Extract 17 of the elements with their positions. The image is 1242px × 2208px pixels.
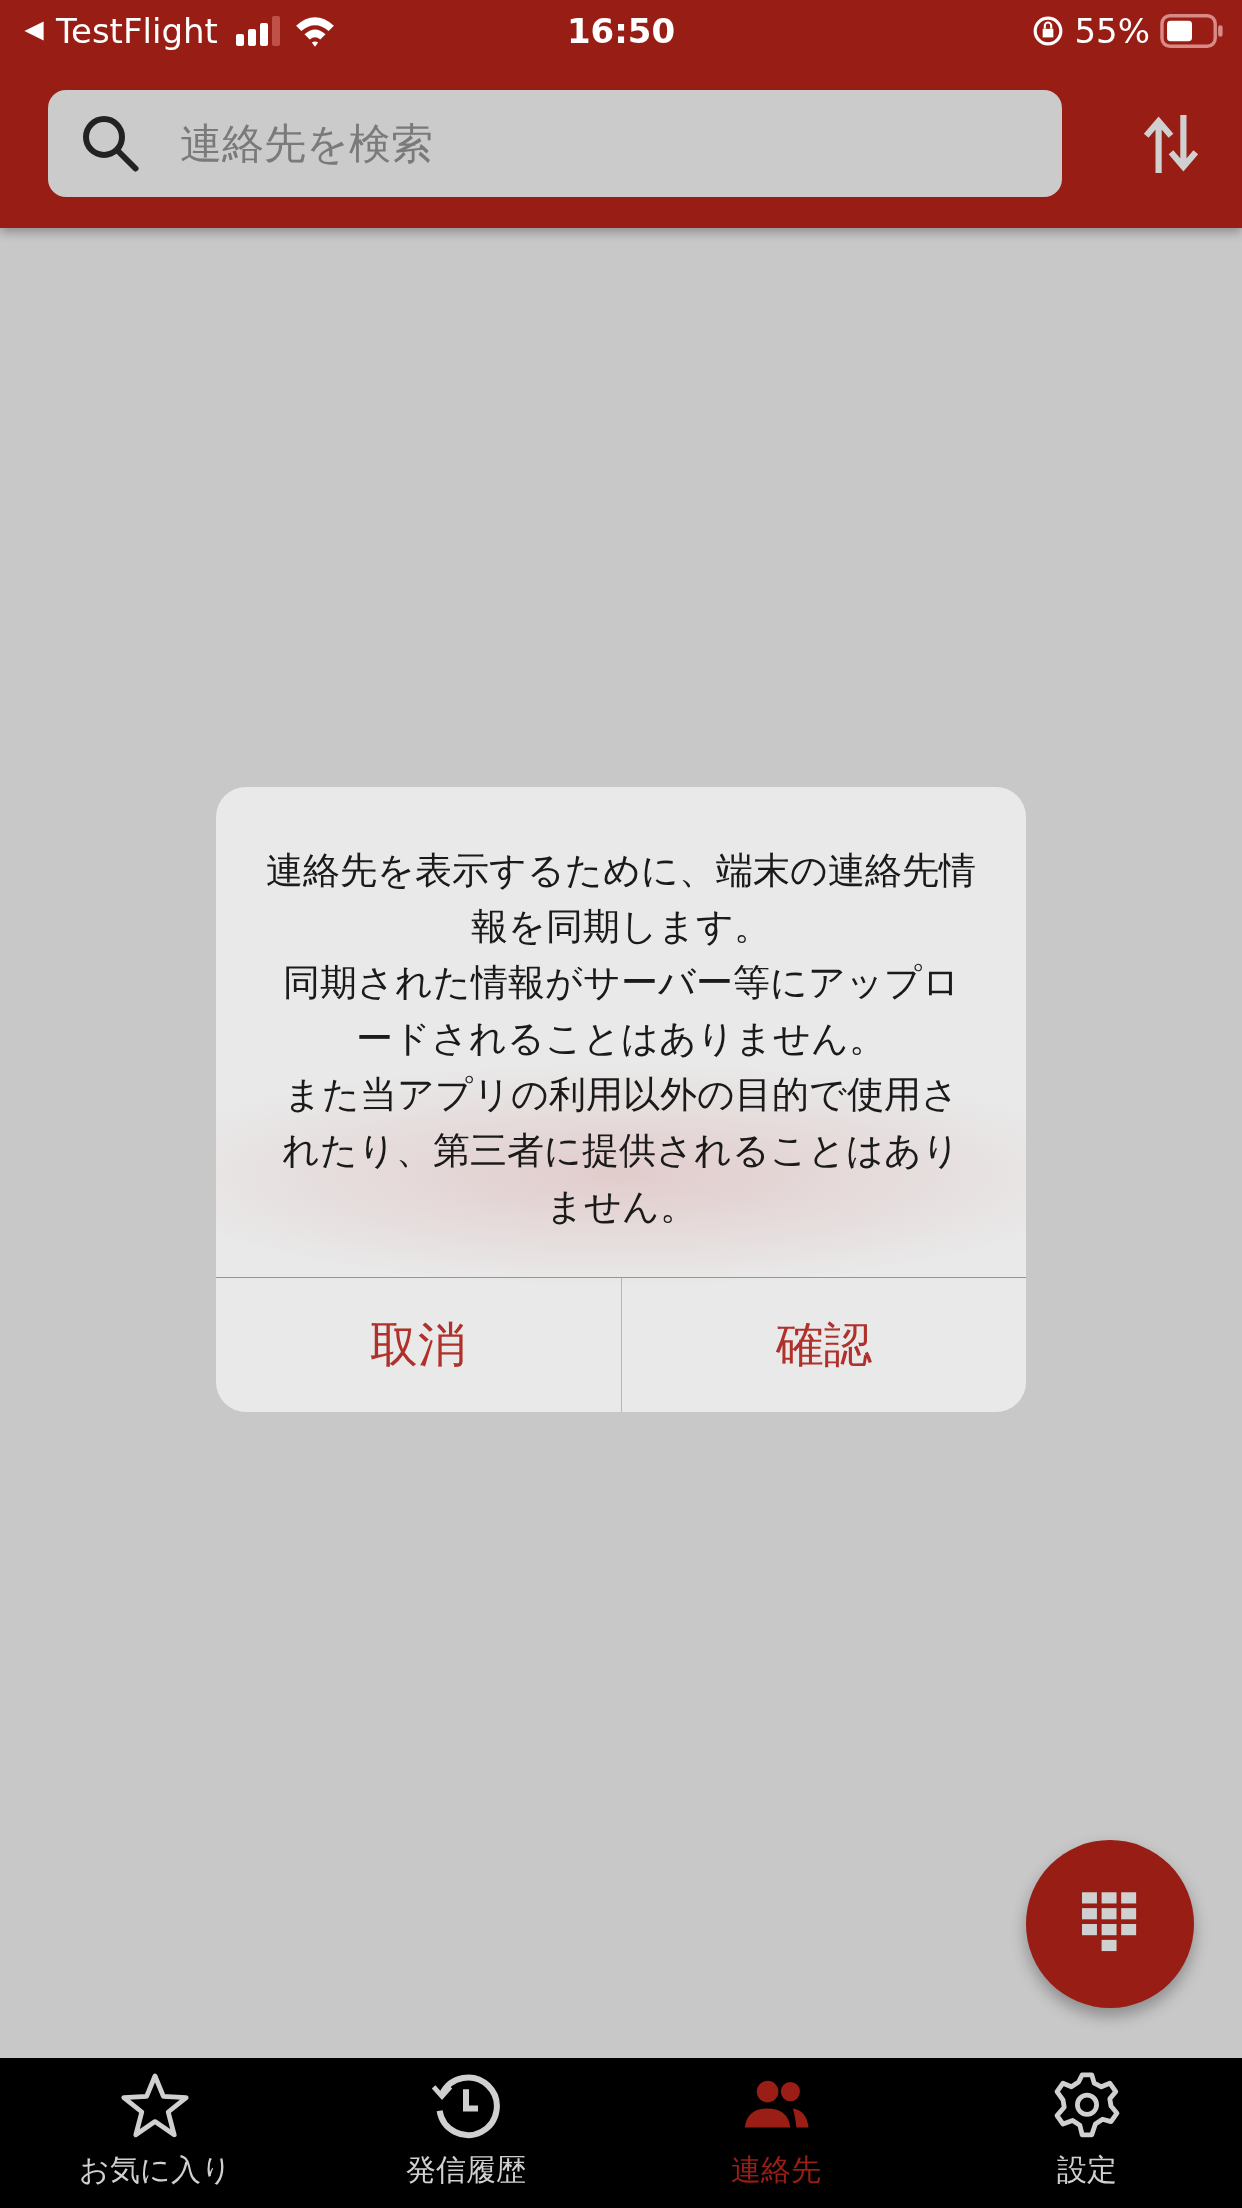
dialog-button[interactable]: 確認	[620, 1278, 1026, 1412]
tab-item[interactable]: 設定	[931, 2058, 1242, 2208]
rotation-lock-icon	[1032, 15, 1065, 47]
back-label[interactable]: TestFlight	[56, 11, 218, 51]
battery-icon	[1160, 14, 1224, 48]
dialog-message: 連絡先を表示するために、端末の連絡先情報を同期します。	[266, 848, 976, 950]
back-icon[interactable]	[22, 19, 46, 43]
tab-item[interactable]: 発信履歴	[310, 2058, 621, 2208]
tab-item[interactable]: お気に入り	[0, 2058, 311, 2208]
dialog-message: 同期された情報がサーバー等にアップロードされることはありません。	[281, 960, 961, 1062]
search-icon	[80, 113, 140, 173]
search-field[interactable]: 連絡先を検索	[48, 90, 1062, 197]
wifi-icon	[293, 15, 336, 47]
dialog-button[interactable]: 取消	[216, 1278, 621, 1412]
clock-time: 16:50	[566, 11, 676, 51]
dialog-message: また当アプリの利用以外の目的で使用されたり、第三者に提供されることはありません。	[281, 1072, 961, 1230]
battery-percent: 55%	[1074, 11, 1150, 51]
